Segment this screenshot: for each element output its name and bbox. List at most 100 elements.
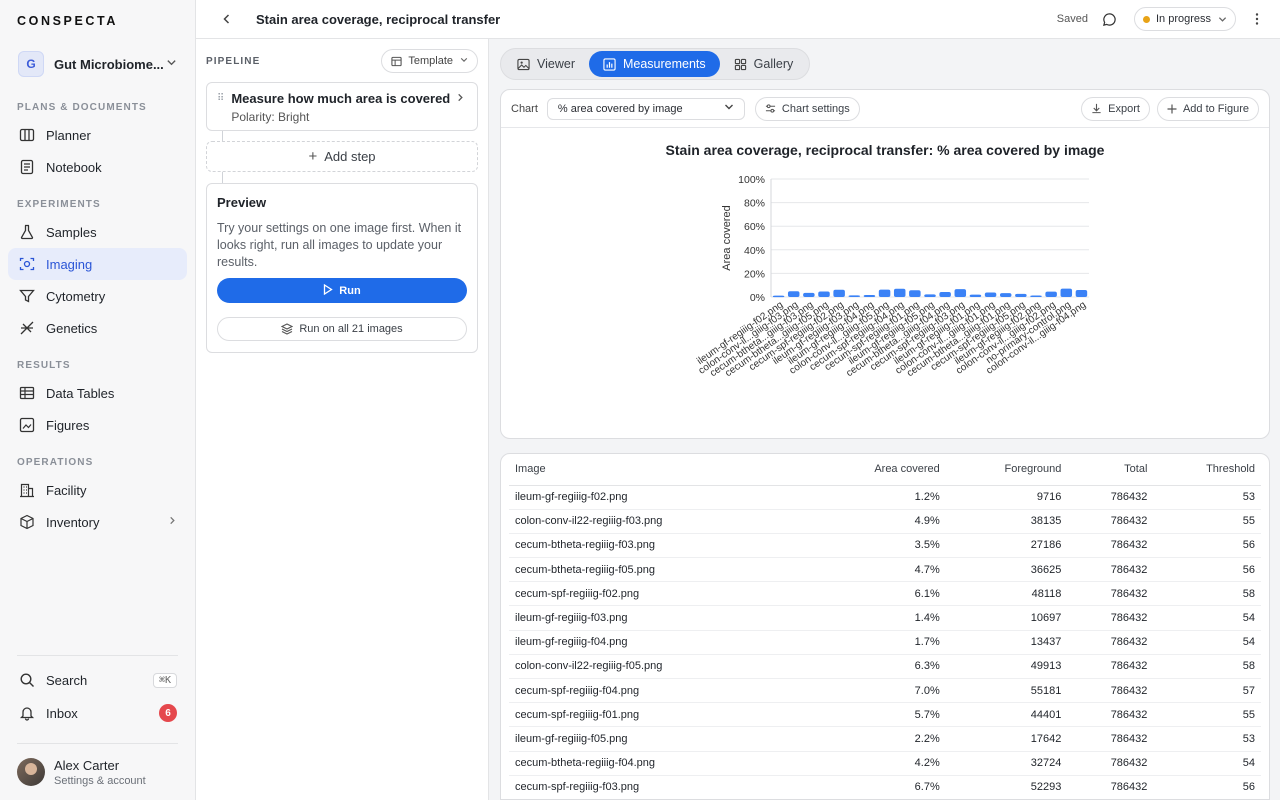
sidebar-inbox[interactable]: Inbox 6 — [8, 697, 187, 729]
table-header-row: Image Area covered Foreground Total Thre… — [509, 454, 1261, 486]
sidebar-item-label: Figures — [46, 417, 90, 433]
table-row[interactable]: cecum-btheta-regiiig-f03.png 3.5% 27186 786… — [509, 533, 1261, 559]
sidebar-item-inventory[interactable]: Inventory — [8, 506, 187, 538]
cell-image: ileum-gf-regiiig-f04.png — [509, 630, 809, 655]
bar — [1015, 293, 1027, 297]
run-all-label: Run on all 21 images — [299, 323, 403, 335]
chevron-down-icon — [166, 57, 177, 71]
cell-image: ileum-gf-regiiig-f03.png — [509, 605, 809, 631]
column-header-total[interactable]: Total — [1067, 454, 1154, 486]
cell-total: 786432 — [1067, 485, 1154, 510]
tab-gallery[interactable]: Gallery — [720, 51, 808, 77]
cell-foreground: 52293 — [945, 775, 1068, 799]
column-header-threshold[interactable]: Threshold — [1153, 454, 1261, 486]
workspace-switcher[interactable]: G Gut Microbiome... — [8, 46, 187, 82]
cell-threshold: 56 — [1153, 775, 1261, 799]
table-row[interactable]: colon-conv-il22-regiiig-f03.png 4.9% 38135… — [509, 509, 1261, 534]
table-row[interactable]: cecum-spf-regiiig-f02.png 6.1% 48118 786432… — [509, 581, 1261, 607]
step-connector — [222, 172, 223, 183]
pipeline-step[interactable]: ⠿ Measure how much area is covered Polar… — [206, 82, 478, 131]
workspace-avatar: G — [18, 51, 44, 77]
tab-measurements-label: Measurements — [622, 57, 706, 71]
columns-icon — [18, 126, 36, 144]
template-button[interactable]: Template — [381, 49, 478, 73]
search-icon — [18, 671, 36, 689]
table-row[interactable]: ileum-gf-regiiig-f02.png 1.2% 9716 786432 53 — [509, 485, 1261, 510]
sidebar-search[interactable]: Search ⌘K — [8, 664, 187, 696]
cell-total: 786432 — [1067, 581, 1154, 607]
table-row[interactable]: cecum-btheta-regiiig-f04.png 4.2% 32724 786… — [509, 751, 1261, 776]
drag-handle-icon[interactable]: ⠿ — [217, 93, 224, 104]
table-row[interactable]: cecum-spf-regiiig-f03.png 6.7% 52293 786432… — [509, 775, 1261, 799]
grid-icon — [734, 58, 747, 71]
run-label: Run — [339, 284, 361, 297]
tab-measurements[interactable]: Measurements — [588, 51, 720, 77]
sidebar-item-samples[interactable]: Samples — [8, 216, 187, 248]
table-row[interactable]: ileum-gf-regiiig-f03.png 1.4% 10697 786432 5… — [509, 605, 1261, 631]
run-button[interactable]: Run — [217, 278, 467, 303]
sidebar-item-data-tables[interactable]: Data Tables — [8, 377, 187, 409]
table-row[interactable]: cecum-btheta-regiiig-f05.png 4.7% 36625 786… — [509, 557, 1261, 583]
table-icon — [18, 384, 36, 402]
cell-foreground: 48118 — [945, 581, 1068, 607]
cell-threshold: 53 — [1153, 726, 1261, 752]
table-row[interactable]: ileum-gf-regiiig-f05.png 2.2% 17642 786432 5… — [509, 726, 1261, 752]
cell-area-covered: 6.1% — [809, 581, 946, 607]
cell-image: cecum-spf-regiiig-f02.png — [509, 581, 809, 607]
y-tick-label: 100% — [738, 174, 765, 186]
cell-total: 786432 — [1067, 751, 1154, 776]
bar — [1030, 295, 1042, 297]
table-row[interactable]: cecum-spf-regiiig-f04.png 7.0% 55181 786432… — [509, 678, 1261, 704]
status-dropdown[interactable]: In progress — [1133, 7, 1236, 31]
cell-image: colon-conv-il22-regiiig-f03.png — [509, 509, 809, 534]
bar — [969, 294, 982, 297]
tab-viewer[interactable]: Viewer — [503, 51, 589, 77]
cell-area-covered: 6.7% — [809, 775, 946, 799]
bar — [787, 291, 800, 297]
cell-foreground: 55181 — [945, 678, 1068, 704]
sidebar-item-genetics[interactable]: Genetics — [8, 312, 187, 344]
sidebar-item-figures[interactable]: Figures — [8, 409, 187, 441]
more-options-button[interactable] — [1250, 12, 1264, 26]
sidebar-item-imaging[interactable]: Imaging — [8, 248, 187, 280]
image-icon — [517, 58, 530, 71]
user-account[interactable]: Alex Carter Settings & account — [0, 744, 195, 800]
user-settings-link: Settings & account — [54, 774, 146, 787]
sidebar-item-planner[interactable]: Planner — [8, 119, 187, 151]
run-all-button[interactable]: Run on all 21 images — [217, 317, 467, 341]
step-title: Measure how much area is covered — [231, 91, 451, 106]
sidebar-item-notebook[interactable]: Notebook — [8, 151, 187, 183]
column-header-image[interactable]: Image — [509, 454, 809, 486]
bar — [1060, 288, 1073, 297]
sidebar-item-facility[interactable]: Facility — [8, 474, 187, 506]
add-step-label: Add step — [324, 149, 376, 164]
back-button[interactable] — [216, 8, 238, 30]
cell-area-covered: 3.5% — [809, 533, 946, 559]
cell-threshold: 55 — [1153, 509, 1261, 534]
sidebar-item-label: Inventory — [46, 514, 100, 530]
column-header-area-covered[interactable]: Area covered — [809, 454, 946, 486]
cell-area-covered: 1.4% — [809, 605, 946, 631]
add-step-button[interactable]: + Add step — [206, 141, 478, 172]
sidebar-item-cytometry[interactable]: Cytometry — [8, 280, 187, 312]
cell-image: cecum-btheta-regiiig-f03.png — [509, 533, 809, 559]
cell-image: cecum-spf-regiiig-f03.png — [509, 775, 809, 799]
measurements-table-card: Image Area covered Foreground Total Thre… — [500, 453, 1270, 800]
bar — [954, 289, 967, 297]
table-row[interactable]: ileum-gf-regiiig-f04.png 1.7% 13437 786432 5… — [509, 630, 1261, 655]
bar — [999, 293, 1012, 297]
cell-area-covered: 5.7% — [809, 702, 946, 728]
cell-area-covered: 4.2% — [809, 751, 946, 776]
column-header-foreground[interactable]: Foreground — [945, 454, 1068, 486]
cell-image: ileum-gf-regiiig-f05.png — [509, 726, 809, 752]
comments-button[interactable] — [1100, 9, 1120, 29]
sidebar-item-label: Cytometry — [46, 288, 106, 304]
table-row[interactable]: colon-conv-il22-regiiig-f05.png 6.3% 49913… — [509, 654, 1261, 680]
chevron-down-icon — [460, 56, 468, 66]
cell-image: colon-conv-il22-regiiig-f05.png — [509, 654, 809, 680]
step-subtitle: Polarity: Bright — [231, 110, 310, 124]
sidebar-item-label: Samples — [46, 224, 97, 240]
table-row[interactable]: cecum-spf-regiiig-f01.png 5.7% 44401 786432… — [509, 702, 1261, 728]
preview-title: Preview — [217, 195, 267, 210]
cell-foreground: 17642 — [945, 726, 1068, 752]
